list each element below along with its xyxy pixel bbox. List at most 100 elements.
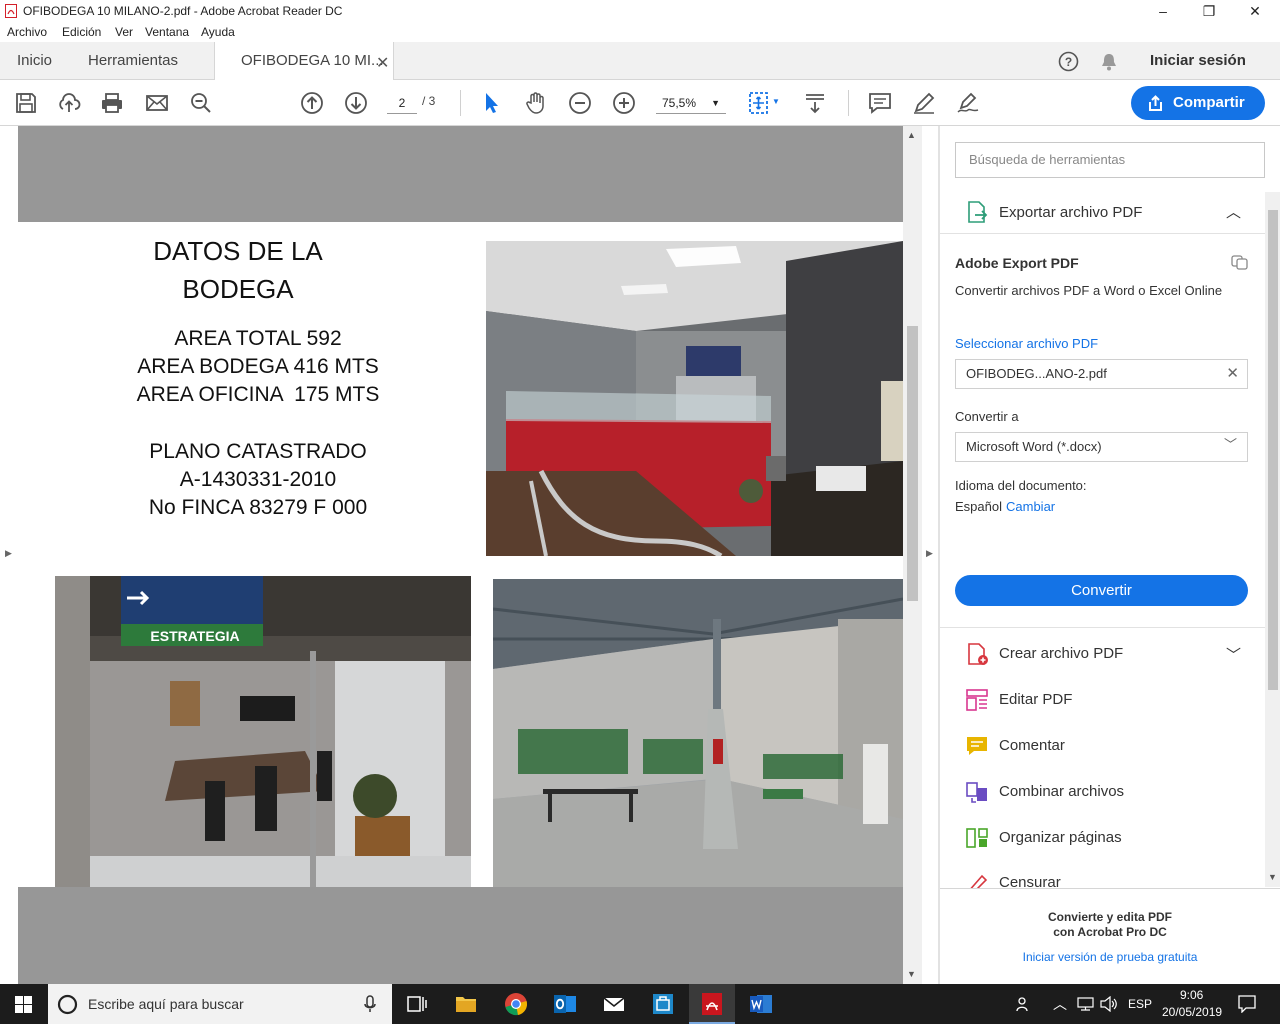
windows-start-icon[interactable]	[15, 996, 32, 1013]
find-zoom-icon[interactable]	[189, 91, 213, 115]
convert-button[interactable]: Convertir	[955, 575, 1248, 606]
collapse-right-pane-icon[interactable]: ▶	[926, 548, 933, 559]
file-explorer-icon[interactable]	[454, 992, 478, 1016]
tool-edit-pdf[interactable]: Editar PDF	[999, 691, 1072, 708]
menu-ver[interactable]: Ver	[115, 25, 133, 39]
plano-label: PLANO CATASTRADO	[149, 440, 367, 463]
email-icon[interactable]	[145, 91, 169, 115]
input-language[interactable]: ESP	[1128, 997, 1152, 1011]
scroll-up-icon[interactable]: ▲	[907, 130, 916, 140]
tab-herramientas[interactable]: Herramientas	[88, 42, 178, 80]
left-panel-collapsed: ▶	[0, 126, 18, 984]
action-center-icon[interactable]	[1238, 995, 1256, 1013]
tools-pane-scroll-thumb[interactable]	[1268, 210, 1278, 690]
export-pdf-icon	[968, 201, 988, 223]
expand-left-panel-icon[interactable]: ▶	[5, 548, 12, 559]
microphone-icon[interactable]	[364, 995, 376, 1013]
cortana-icon	[57, 994, 78, 1015]
tab-document[interactable]: OFIBODEGA 10 MI...	[214, 42, 394, 81]
save-icon[interactable]	[14, 91, 38, 115]
tool-organize-pages[interactable]: Organizar páginas	[999, 829, 1122, 846]
close-window-button[interactable]: ✕	[1232, 0, 1278, 22]
tab-bar: Inicio Herramientas OFIBODEGA 10 MI... ✕…	[0, 42, 1280, 81]
free-trial-link[interactable]: Iniciar versión de prueba gratuita	[940, 950, 1280, 964]
meeting-room-photo: ESTRATEGIA	[55, 576, 471, 887]
clock-date[interactable]: 20/05/2019	[1162, 1005, 1222, 1019]
format-select[interactable]: Microsoft Word (*.docx) ﹀	[955, 432, 1248, 462]
mail-icon[interactable]	[602, 992, 626, 1016]
notifications-bell-icon[interactable]	[1100, 52, 1118, 72]
doc-language-label: Idioma del documento:	[955, 478, 1087, 493]
help-icon[interactable]: ?	[1058, 51, 1079, 72]
minimize-button[interactable]: –	[1140, 0, 1186, 22]
sign-icon[interactable]	[956, 91, 980, 115]
plano-number: A-1430331-2010	[179, 468, 337, 491]
share-button[interactable]: Compartir	[1131, 86, 1265, 120]
tools-pane-scrollbar[interactable]: ▼	[1265, 192, 1280, 887]
print-icon[interactable]	[100, 91, 124, 115]
tools-scroll-down-icon[interactable]: ▼	[1268, 872, 1277, 882]
toolbar-separator	[848, 90, 849, 116]
fit-page-dropdown-icon[interactable]: ▼	[772, 97, 780, 106]
people-icon[interactable]	[1016, 996, 1032, 1012]
fit-page-icon[interactable]	[748, 91, 772, 115]
maximize-button[interactable]: ❐	[1186, 0, 1232, 22]
comment-icon	[967, 737, 987, 755]
selected-file-name: OFIBODEG...ANO-2.pdf	[966, 366, 1107, 381]
word-icon[interactable]	[749, 992, 773, 1016]
select-cursor-icon[interactable]	[480, 91, 504, 115]
show-hidden-icons-icon[interactable]: ︿	[1053, 994, 1067, 1014]
chrome-icon[interactable]	[504, 992, 528, 1016]
task-view-icon[interactable]	[405, 992, 429, 1016]
taskbar-search-placeholder: Escribe aquí para buscar	[88, 996, 244, 1012]
export-pdf-title[interactable]: Exportar archivo PDF	[999, 204, 1142, 221]
zoom-out-icon[interactable]	[568, 91, 592, 115]
taskbar-search-box[interactable]: Escribe aquí para buscar	[48, 984, 392, 1024]
upload-cloud-icon[interactable]	[57, 91, 81, 115]
acrobat-taskbar-active[interactable]	[689, 984, 735, 1024]
scroll-down-icon[interactable]: ▼	[907, 969, 916, 979]
page-number-input[interactable]: 2	[387, 92, 417, 114]
comment-tool-icon[interactable]	[868, 91, 892, 115]
menu-archivo[interactable]: Archivo	[7, 25, 47, 39]
change-language-link[interactable]: Cambiar	[1006, 499, 1055, 514]
tool-combine-files[interactable]: Combinar archivos	[999, 783, 1124, 800]
zoom-level-select[interactable]: 75,5% ▼	[656, 92, 726, 114]
volume-icon[interactable]	[1100, 996, 1118, 1012]
subscription-info-icon[interactable]	[1231, 255, 1248, 270]
zoom-in-icon[interactable]	[612, 91, 636, 115]
network-icon[interactable]	[1077, 997, 1094, 1011]
area-oficina-text: AREA OFICINA 175 MTS	[136, 383, 380, 406]
previous-page-icon[interactable]	[300, 91, 324, 115]
document-vertical-scrollbar[interactable]: ▲ ▼	[903, 126, 922, 984]
chevron-up-icon[interactable]: ︿	[1226, 201, 1241, 222]
highlight-pen-icon[interactable]	[912, 91, 936, 115]
tool-redact[interactable]: Censurar	[999, 874, 1061, 888]
tool-comment[interactable]: Comentar	[999, 737, 1065, 754]
combine-files-icon	[966, 782, 987, 803]
share-label: Compartir	[1173, 94, 1245, 111]
close-tab-icon[interactable]: ✕	[376, 53, 389, 73]
page-gap-bottom	[18, 887, 903, 984]
tool-create-pdf[interactable]: Crear archivo PDF	[999, 645, 1123, 662]
next-page-icon[interactable]	[344, 91, 368, 115]
scroll-mode-icon[interactable]	[803, 91, 827, 115]
store-icon[interactable]	[651, 992, 675, 1016]
upgrade-promo: Convierte y edita PDF con Acrobat Pro DC…	[940, 888, 1280, 984]
outlook-icon[interactable]	[553, 992, 577, 1016]
format-select-value: Microsoft Word (*.docx)	[966, 439, 1102, 454]
menu-ventana[interactable]: Ventana	[145, 25, 189, 39]
menu-edicion[interactable]: Edición	[62, 25, 101, 39]
signin-link[interactable]: Iniciar sesión	[1150, 52, 1246, 69]
title-bar: OFIBODEGA 10 MILANO-2.pdf - Adobe Acroba…	[0, 0, 1280, 22]
chevron-down-icon[interactable]: ﹀	[1226, 644, 1241, 665]
tab-inicio[interactable]: Inicio	[17, 42, 52, 80]
menu-ayuda[interactable]: Ayuda	[201, 25, 235, 39]
document-scroll-thumb[interactable]	[907, 326, 918, 601]
hand-tool-icon[interactable]	[524, 91, 548, 115]
remove-file-icon[interactable]: ✕	[1226, 360, 1239, 388]
tools-search-input[interactable]: Búsqueda de herramientas	[955, 142, 1265, 178]
promo-line1: Convierte y edita PDF	[1047, 910, 1173, 924]
select-file-link[interactable]: Seleccionar archivo PDF	[955, 336, 1098, 351]
clock-time[interactable]: 9:06	[1180, 988, 1203, 1002]
